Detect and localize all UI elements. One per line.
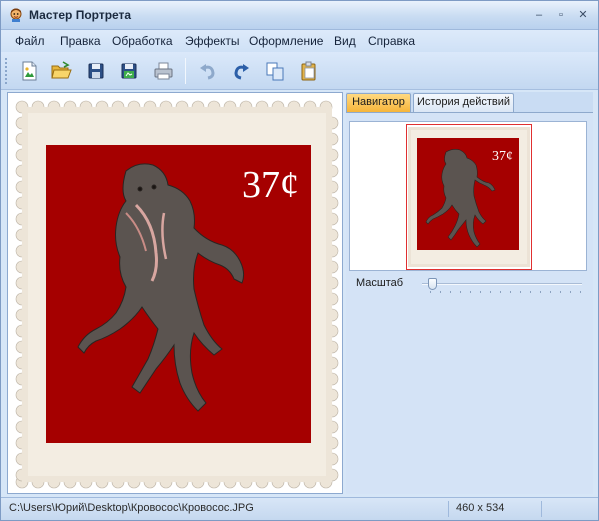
zoom-tick	[510, 291, 511, 293]
menu-view[interactable]: Вид	[334, 34, 356, 48]
zoom-tick	[460, 291, 461, 293]
toolbar-grip[interactable]	[5, 58, 8, 84]
redo-icon	[234, 64, 249, 80]
menu-effects[interactable]: Эффекты	[185, 34, 240, 48]
zoom-tick	[480, 291, 481, 293]
panel-tabs: Навигатор История действий	[346, 92, 593, 112]
status-separator	[448, 501, 449, 517]
save-as-icon	[121, 63, 137, 79]
viewport-rectangle[interactable]	[406, 124, 532, 270]
status-bar: C:\Users\Юрий\Desktop\Кровосос\Кровосос.…	[1, 497, 598, 520]
undo-button[interactable]	[196, 59, 220, 83]
zoom-tick	[490, 291, 491, 293]
navigator-preview[interactable]: 37¢	[349, 121, 587, 271]
status-file-path: C:\Users\Юрий\Desktop\Кровосос\Кровосос.…	[9, 502, 254, 514]
tab-history[interactable]: История действий	[413, 93, 514, 112]
copy-icon	[266, 62, 284, 81]
new-image-button[interactable]	[17, 59, 41, 83]
open-button[interactable]	[49, 59, 73, 83]
menu-design[interactable]: Оформление	[249, 34, 323, 48]
zoom-tick	[450, 291, 451, 293]
zoom-track	[422, 283, 582, 285]
minimize-button[interactable]: –	[531, 8, 547, 22]
status-separator	[541, 501, 542, 517]
tab-navigator[interactable]: Навигатор	[346, 93, 411, 112]
zoom-tick	[430, 291, 431, 293]
zoom-tick	[540, 291, 541, 293]
zoom-tick	[530, 291, 531, 293]
toolbar	[1, 52, 598, 90]
print-button[interactable]	[151, 59, 175, 83]
image-canvas[interactable]: 37¢	[7, 92, 343, 494]
zoom-slider-thumb[interactable]	[427, 278, 437, 290]
zoom-tick	[560, 291, 561, 293]
app-window: Мастер Портрета – ▫ ✕ Файл Правка Обрабо…	[0, 0, 599, 521]
new-image-icon	[22, 61, 37, 81]
zoom-tick	[470, 291, 471, 293]
print-icon	[154, 62, 173, 80]
zoom-tick	[520, 291, 521, 293]
menu-edit[interactable]: Правка	[60, 34, 101, 48]
paste-button[interactable]	[297, 59, 321, 83]
open-folder-icon	[51, 61, 72, 79]
zoom-tick	[500, 291, 501, 293]
status-image-size: 460 x 534	[456, 502, 505, 514]
menu-bar: Файл Правка Обработка Эффекты Оформление…	[1, 30, 598, 52]
close-button[interactable]: ✕	[575, 8, 591, 22]
undo-icon	[200, 64, 215, 80]
save-icon	[88, 63, 104, 79]
menu-help[interactable]: Справка	[368, 34, 415, 48]
menu-file[interactable]: Файл	[15, 34, 45, 48]
zoom-tick	[440, 291, 441, 293]
zoom-tick	[570, 291, 571, 293]
side-panel: Навигатор История действий 37¢ Масштаб	[346, 92, 593, 494]
stamp-price: 37¢	[242, 164, 299, 206]
maximize-button[interactable]: ▫	[553, 8, 569, 22]
paste-icon	[301, 61, 316, 81]
save-as-button[interactable]	[117, 59, 141, 83]
stamp-image: 37¢	[15, 100, 339, 489]
toolbar-separator	[185, 58, 186, 84]
save-button[interactable]	[84, 59, 108, 83]
copy-button[interactable]	[263, 59, 287, 83]
redo-button[interactable]	[229, 59, 253, 83]
title-bar: Мастер Портрета – ▫ ✕	[1, 1, 598, 30]
navigator-content: 37¢ Масштаб	[346, 112, 593, 494]
zoom-tick	[580, 291, 581, 293]
menu-processing[interactable]: Обработка	[112, 34, 173, 48]
zoom-tick	[550, 291, 551, 293]
app-portrait-icon	[10, 8, 22, 22]
zoom-slider[interactable]	[422, 278, 582, 294]
zoom-label: Масштаб	[356, 277, 404, 289]
window-title: Мастер Портрета	[29, 8, 132, 22]
